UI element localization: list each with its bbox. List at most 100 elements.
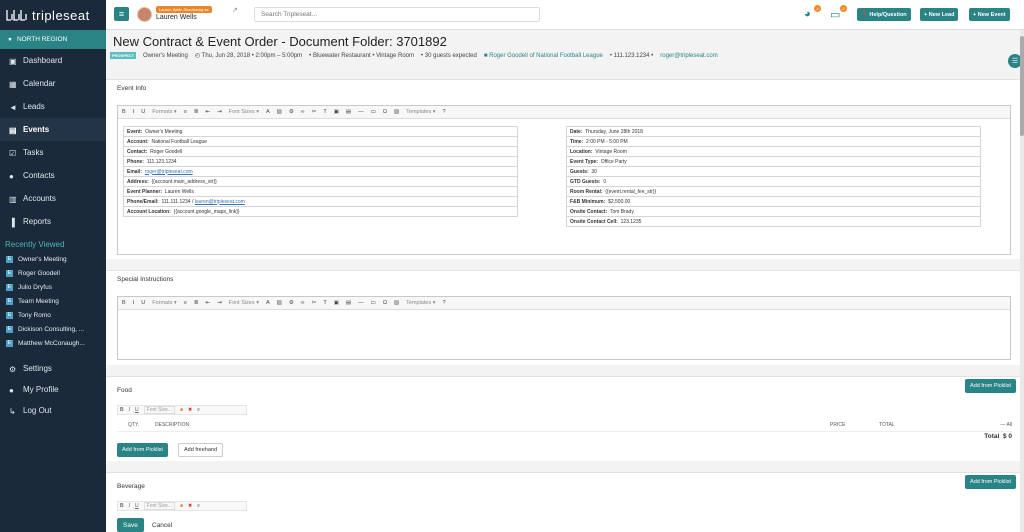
bold-icon[interactable]: B (122, 300, 126, 306)
unlink-icon[interactable]: ✂ (312, 300, 317, 306)
recent-item[interactable]: E Team Meeting (0, 294, 106, 308)
font-size-select[interactable]: Font Size... (143, 502, 175, 510)
italic-icon[interactable]: I (133, 300, 135, 306)
avatar[interactable] (137, 7, 152, 22)
background-color-icon[interactable]: ▧ (277, 109, 282, 115)
indent-icon[interactable]: ⇥ (217, 300, 222, 306)
recent-item[interactable]: E Tony Romo (0, 308, 106, 322)
special-instructions-editor[interactable]: B I U Formats ▾ ≡ ≣ ⇤ ⇥ Font Sizes ▾ A ▧ ⚙ ∞ ✂ T ▣ ▤ — ▭ Ω ▨… (117, 296, 1011, 360)
table-icon[interactable]: ▭ (371, 300, 376, 306)
sidebar-item-log-out[interactable]: ↳ Log Out (0, 400, 106, 421)
formats-select[interactable]: Formats ▾ (152, 109, 176, 115)
underline-icon[interactable]: U (135, 503, 139, 509)
recent-item[interactable]: E Roger Goodell (0, 266, 106, 280)
sidebar-item-contacts[interactable]: ● Contacts (0, 164, 106, 187)
sidebar-item-events[interactable]: ▤ Events (0, 118, 106, 141)
event-name[interactable]: Owner's Meeting (143, 53, 188, 59)
list-icon[interactable]: ≡ (197, 503, 200, 509)
menu-toggle-button[interactable]: ≡ (114, 7, 129, 21)
recent-item[interactable]: E Matthew McConaugh... (0, 336, 106, 350)
paste-icon[interactable]: ▤ (346, 109, 351, 115)
link-icon[interactable]: ∞ (301, 109, 305, 115)
templates-select[interactable]: Templates ▾ (406, 300, 435, 306)
clear-format-icon[interactable]: T (323, 300, 326, 306)
templates-select[interactable]: Templates ▾ (406, 109, 435, 115)
sidebar-item-accounts[interactable]: ▥ Accounts (0, 187, 106, 210)
current-user-name[interactable]: Lauren Wells (156, 14, 197, 21)
sidebar-item-reports[interactable]: ▐ Reports (0, 210, 106, 233)
font-sizes-select[interactable]: Font Sizes ▾ (229, 109, 259, 115)
clear-format-icon[interactable]: T (323, 109, 326, 115)
search-input[interactable] (254, 7, 540, 22)
underline-icon[interactable]: U (135, 407, 139, 413)
background-color-icon[interactable]: ▧ (277, 300, 282, 306)
unlink-icon[interactable]: ✂ (312, 109, 317, 115)
contact-link[interactable]: ■ Roger Goodell of National Football Lea… (484, 53, 603, 59)
special-char-icon[interactable]: Ω (383, 109, 387, 115)
recent-item[interactable]: E Dickison Consulting, ... (0, 322, 106, 336)
color-icon[interactable]: ■ (180, 503, 183, 509)
new-lead-button[interactable]: + New Lead (920, 8, 959, 21)
tripleseat-logo[interactable]: tripleseat (0, 0, 106, 30)
recent-item[interactable]: E Owner's Meeting (0, 252, 106, 266)
settings-icon[interactable]: ⚙ (289, 109, 294, 115)
special-char-icon[interactable]: Ω (383, 300, 387, 306)
cancel-button[interactable]: Cancel (146, 518, 178, 532)
help-icon[interactable]: ? (443, 109, 446, 115)
external-link-icon[interactable]: ↗ (232, 6, 238, 14)
save-button[interactable]: Save (117, 518, 144, 532)
text-color-icon[interactable]: A (266, 300, 270, 306)
underline-icon[interactable]: U (141, 109, 145, 115)
bullet-list-icon[interactable]: ≡ (184, 109, 187, 115)
table-icon[interactable]: ▭ (371, 109, 376, 115)
messages-icon[interactable]: ▭ 2 (830, 5, 847, 21)
event-info-editor[interactable]: B I U Formats ▾ ≡ ≣ ⇤ ⇥ Font Sizes ▾ A ▧ ⚙ ∞ ✂ T ▣ ▤ — ▭ Ω ▨… (117, 105, 1011, 255)
field-value-link[interactable]: lauren@tripleseat.com (195, 199, 245, 205)
italic-icon[interactable]: I (129, 407, 130, 413)
recent-item[interactable]: E Julio Dryfus (0, 280, 106, 294)
sidebar-item-my-profile[interactable]: ● My Profile (0, 379, 106, 400)
region-selector[interactable]: ● NORTH REGION (0, 30, 106, 49)
font-size-select[interactable]: Font Size... (143, 406, 175, 414)
help-question-button[interactable]: ❓ Help/Question (857, 8, 911, 21)
sidebar-item-settings[interactable]: ⚙ Settings (0, 358, 106, 379)
bullet-list-icon[interactable]: ≡ (184, 300, 187, 306)
copy-icon[interactable]: ▣ (334, 109, 339, 115)
bold-icon[interactable]: B (120, 407, 124, 413)
food-add-from-picklist-top-button[interactable]: Add from Picklist (965, 379, 1016, 393)
sidebar-item-tasks[interactable]: ☑ Tasks (0, 141, 106, 164)
paste-icon[interactable]: ▤ (346, 300, 351, 306)
beverage-add-from-picklist-button[interactable]: Add from Picklist (965, 475, 1016, 489)
bold-icon[interactable]: B (122, 109, 126, 115)
new-event-button[interactable]: + New Event (969, 8, 1010, 21)
scrollbar-thumb[interactable] (1020, 36, 1024, 136)
link-icon[interactable]: ∞ (301, 300, 305, 306)
text-color-icon[interactable]: A (266, 109, 270, 115)
bold-icon[interactable]: B (120, 503, 124, 509)
copy-icon[interactable]: ▣ (334, 300, 339, 306)
outdent-icon[interactable]: ⇤ (205, 109, 210, 115)
sidebar-item-calendar[interactable]: ▦ Calendar (0, 72, 106, 95)
numbered-list-icon[interactable]: ≣ (194, 109, 199, 115)
horizontal-rule-icon[interactable]: — (358, 109, 364, 115)
font-sizes-select[interactable]: Font Sizes ▾ (229, 300, 259, 306)
formats-select[interactable]: Formats ▾ (152, 300, 176, 306)
outdent-icon[interactable]: ⇤ (205, 300, 210, 306)
delete-icon[interactable]: ✖ (188, 407, 192, 413)
italic-icon[interactable]: I (133, 109, 135, 115)
sidebar-item-dashboard[interactable]: ▣ Dashboard (0, 49, 106, 72)
horizontal-rule-icon[interactable]: — (358, 300, 364, 306)
notifications-globe-icon[interactable]: ◕ 4 (804, 5, 821, 20)
all-selector[interactable]: — All (1000, 422, 1012, 428)
settings-icon[interactable]: ⚙ (289, 300, 294, 306)
help-icon[interactable]: ? (443, 300, 446, 306)
numbered-list-icon[interactable]: ≣ (194, 300, 199, 306)
color-icon[interactable]: ■ (180, 407, 183, 413)
image-icon[interactable]: ▨ (394, 300, 399, 306)
image-icon[interactable]: ▨ (394, 109, 399, 115)
italic-icon[interactable]: I (129, 503, 130, 509)
underline-icon[interactable]: U (141, 300, 145, 306)
food-add-from-picklist-button[interactable]: Add from Picklist (117, 443, 168, 457)
contact-email[interactable]: roger@tripleseat.com (660, 53, 717, 59)
indent-icon[interactable]: ⇥ (217, 109, 222, 115)
